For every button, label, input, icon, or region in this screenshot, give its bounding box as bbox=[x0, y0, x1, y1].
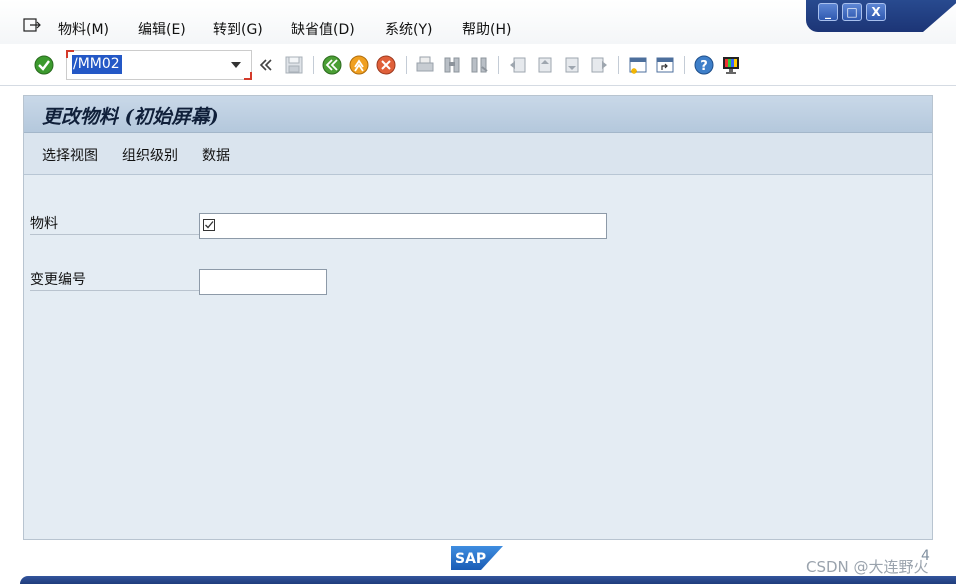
data-button[interactable]: 数据 bbox=[202, 145, 230, 165]
command-dropdown-icon[interactable] bbox=[231, 62, 241, 68]
menu-system[interactable]: 系统(Y) bbox=[385, 19, 432, 39]
first-page-icon[interactable] bbox=[508, 55, 528, 75]
svg-text:SAP: SAP bbox=[455, 551, 486, 567]
enter-check-icon[interactable] bbox=[34, 55, 54, 75]
change-number-label: 变更编号 bbox=[30, 265, 200, 291]
page-title: 更改物料 (初始屏幕) bbox=[42, 106, 219, 128]
watermark-text: CSDN @大连野火 bbox=[806, 558, 929, 576]
shortcut-icon[interactable] bbox=[655, 55, 675, 75]
change-number-label-text: 变更编号 bbox=[30, 272, 86, 288]
toolbar-separator bbox=[684, 56, 685, 74]
exit-icon[interactable] bbox=[349, 55, 369, 75]
material-input[interactable] bbox=[199, 213, 607, 239]
main-frame: 更改物料 (初始屏幕) 选择视图 组织级别 数据 物料 变更编号 bbox=[23, 95, 933, 540]
select-views-button[interactable]: 选择视图 bbox=[42, 145, 98, 165]
help-icon[interactable]: ? bbox=[694, 55, 714, 75]
maximize-button[interactable]: □ bbox=[842, 3, 862, 21]
required-checkbox-icon bbox=[203, 219, 215, 231]
menu-edit[interactable]: 编辑(E) bbox=[138, 19, 186, 39]
find-icon[interactable] bbox=[442, 55, 462, 75]
close-button[interactable]: X bbox=[866, 3, 886, 21]
menu-material[interactable]: 物料(M) bbox=[58, 19, 109, 39]
history-back-icon[interactable] bbox=[259, 55, 273, 75]
screen-title-bar: 更改物料 (初始屏幕) bbox=[24, 96, 932, 133]
material-label-text: 物料 bbox=[30, 216, 58, 232]
system-toolbar: ? bbox=[0, 44, 956, 86]
find-next-icon[interactable] bbox=[469, 55, 489, 75]
application-toolbar: 选择视图 组织级别 数据 bbox=[24, 133, 932, 175]
org-levels-button[interactable]: 组织级别 bbox=[122, 145, 178, 165]
menu-bar: 物料(M) 编辑(E) 转到(G) 缺省值(D) 系统(Y) 帮助(H) _ □… bbox=[0, 0, 956, 44]
toolbar-separator bbox=[498, 56, 499, 74]
window-controls: _ □ X bbox=[806, 0, 956, 32]
last-page-icon[interactable] bbox=[589, 55, 609, 75]
print-icon[interactable] bbox=[415, 55, 435, 75]
menu-goto[interactable]: 转到(G) bbox=[213, 19, 263, 39]
menu-help[interactable]: 帮助(H) bbox=[462, 19, 511, 39]
customize-layout-icon[interactable] bbox=[721, 55, 741, 75]
toolbar-separator bbox=[406, 56, 407, 74]
back-icon[interactable] bbox=[322, 55, 342, 75]
previous-page-icon[interactable] bbox=[535, 55, 555, 75]
svg-text:?: ? bbox=[700, 59, 708, 74]
menu-exit-icon[interactable] bbox=[23, 18, 41, 32]
material-label: 物料 bbox=[30, 209, 200, 235]
save-icon[interactable] bbox=[284, 55, 304, 75]
toolbar-separator bbox=[618, 56, 619, 74]
toolbar-separator bbox=[313, 56, 314, 74]
sap-logo: SAP bbox=[451, 546, 503, 570]
menu-defaults[interactable]: 缺省值(D) bbox=[291, 19, 355, 39]
next-page-icon[interactable] bbox=[562, 55, 582, 75]
change-number-input[interactable] bbox=[199, 269, 327, 295]
command-field-text: /MM02 bbox=[73, 56, 120, 72]
create-session-icon[interactable] bbox=[628, 55, 648, 75]
status-bar bbox=[20, 576, 956, 584]
cancel-icon[interactable] bbox=[376, 55, 396, 75]
minimize-button[interactable]: _ bbox=[818, 3, 838, 21]
